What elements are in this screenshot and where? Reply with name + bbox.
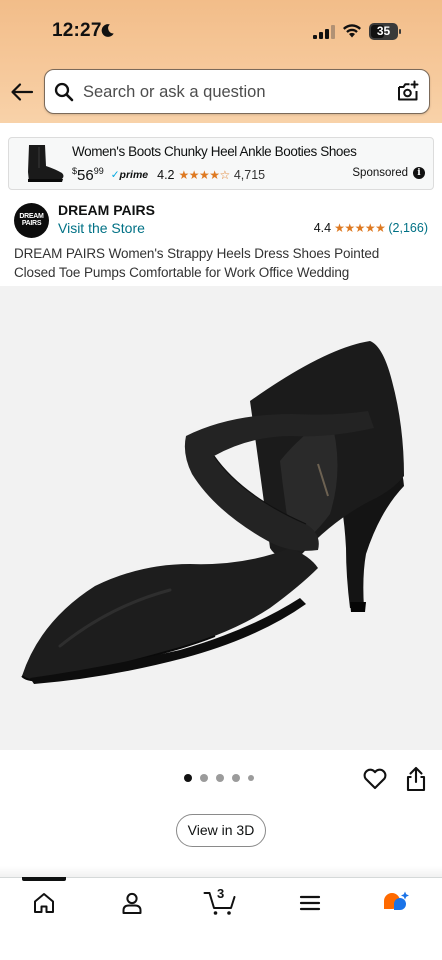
carousel-dot[interactable] xyxy=(200,774,208,782)
home-icon[interactable] xyxy=(31,890,57,916)
price-cents: 99 xyxy=(93,166,104,176)
visit-store-link[interactable]: Visit the Store xyxy=(58,220,145,236)
back-arrow-icon[interactable] xyxy=(10,82,34,102)
product-rating[interactable]: 4.4 ★★★★★ (2,166) xyxy=(314,221,428,235)
ad-rating: 4.2 xyxy=(157,168,175,182)
prime-check-icon: ✓ xyxy=(110,169,120,181)
status-bar: 12:27 35 xyxy=(0,0,442,62)
active-tab-indicator xyxy=(22,877,66,881)
rufus-assistant-icon[interactable] xyxy=(381,890,411,916)
info-icon[interactable]: i xyxy=(413,167,425,179)
rating-stars: ★★★★★ xyxy=(334,221,386,235)
rating-value: 4.4 xyxy=(313,221,332,235)
battery-indicator: 35 xyxy=(369,23,401,40)
moon-icon xyxy=(101,24,114,37)
ad-meta-row: $ 56 99 ✓prime 4.2 ★★★★☆ 4,715 xyxy=(72,166,265,184)
pump-shoe-illustration xyxy=(21,341,404,684)
wifi-icon xyxy=(343,24,361,38)
sponsored-product-ad[interactable]: Women's Boots Chunky Heel Ankle Booties … xyxy=(8,137,434,190)
carousel-dot[interactable] xyxy=(232,774,240,782)
price-dollars: 56 xyxy=(77,166,94,184)
ankle-boot-thumbnail xyxy=(15,142,67,186)
status-time: 12:27 xyxy=(52,20,102,41)
ad-title[interactable]: Women's Boots Chunky Heel Ankle Booties … xyxy=(72,144,357,159)
battery-level: 35 xyxy=(376,24,391,38)
carousel-dot[interactable] xyxy=(248,775,254,781)
menu-icon[interactable] xyxy=(297,890,323,916)
product-image[interactable] xyxy=(0,286,442,750)
cellular-signal-icon xyxy=(313,25,335,39)
brand-name: DREAM PAIRS xyxy=(58,202,155,218)
carousel-dot[interactable] xyxy=(184,774,192,782)
search-icon xyxy=(54,82,74,102)
product-title: DREAM PAIRS Women's Strappy Heels Dress … xyxy=(14,246,380,280)
share-icon[interactable] xyxy=(404,766,428,792)
sponsored-label[interactable]: Sponsored i xyxy=(352,167,425,179)
rating-count[interactable]: (2,166) xyxy=(388,221,428,235)
view-in-3d-button[interactable]: View in 3D xyxy=(176,814,266,847)
search-bar[interactable]: Search or ask a question xyxy=(44,69,430,114)
brand-logo[interactable]: DREAM PAIRS xyxy=(14,203,49,238)
prime-badge: ✓prime xyxy=(110,169,149,181)
carousel-dot[interactable] xyxy=(216,774,224,782)
search-input[interactable]: Search or ask a question xyxy=(83,83,266,102)
cart-count-badge: 3 xyxy=(217,886,225,901)
image-carousel-dots[interactable] xyxy=(184,774,254,782)
ad-stars: ★★★★☆ xyxy=(178,168,231,182)
ad-review-count: 4,715 xyxy=(233,168,266,182)
app-header: 12:27 35 Search or ask a question xyxy=(0,0,442,123)
account-icon[interactable] xyxy=(119,890,145,916)
heart-icon[interactable] xyxy=(362,766,388,792)
camera-search-icon[interactable] xyxy=(397,80,419,102)
